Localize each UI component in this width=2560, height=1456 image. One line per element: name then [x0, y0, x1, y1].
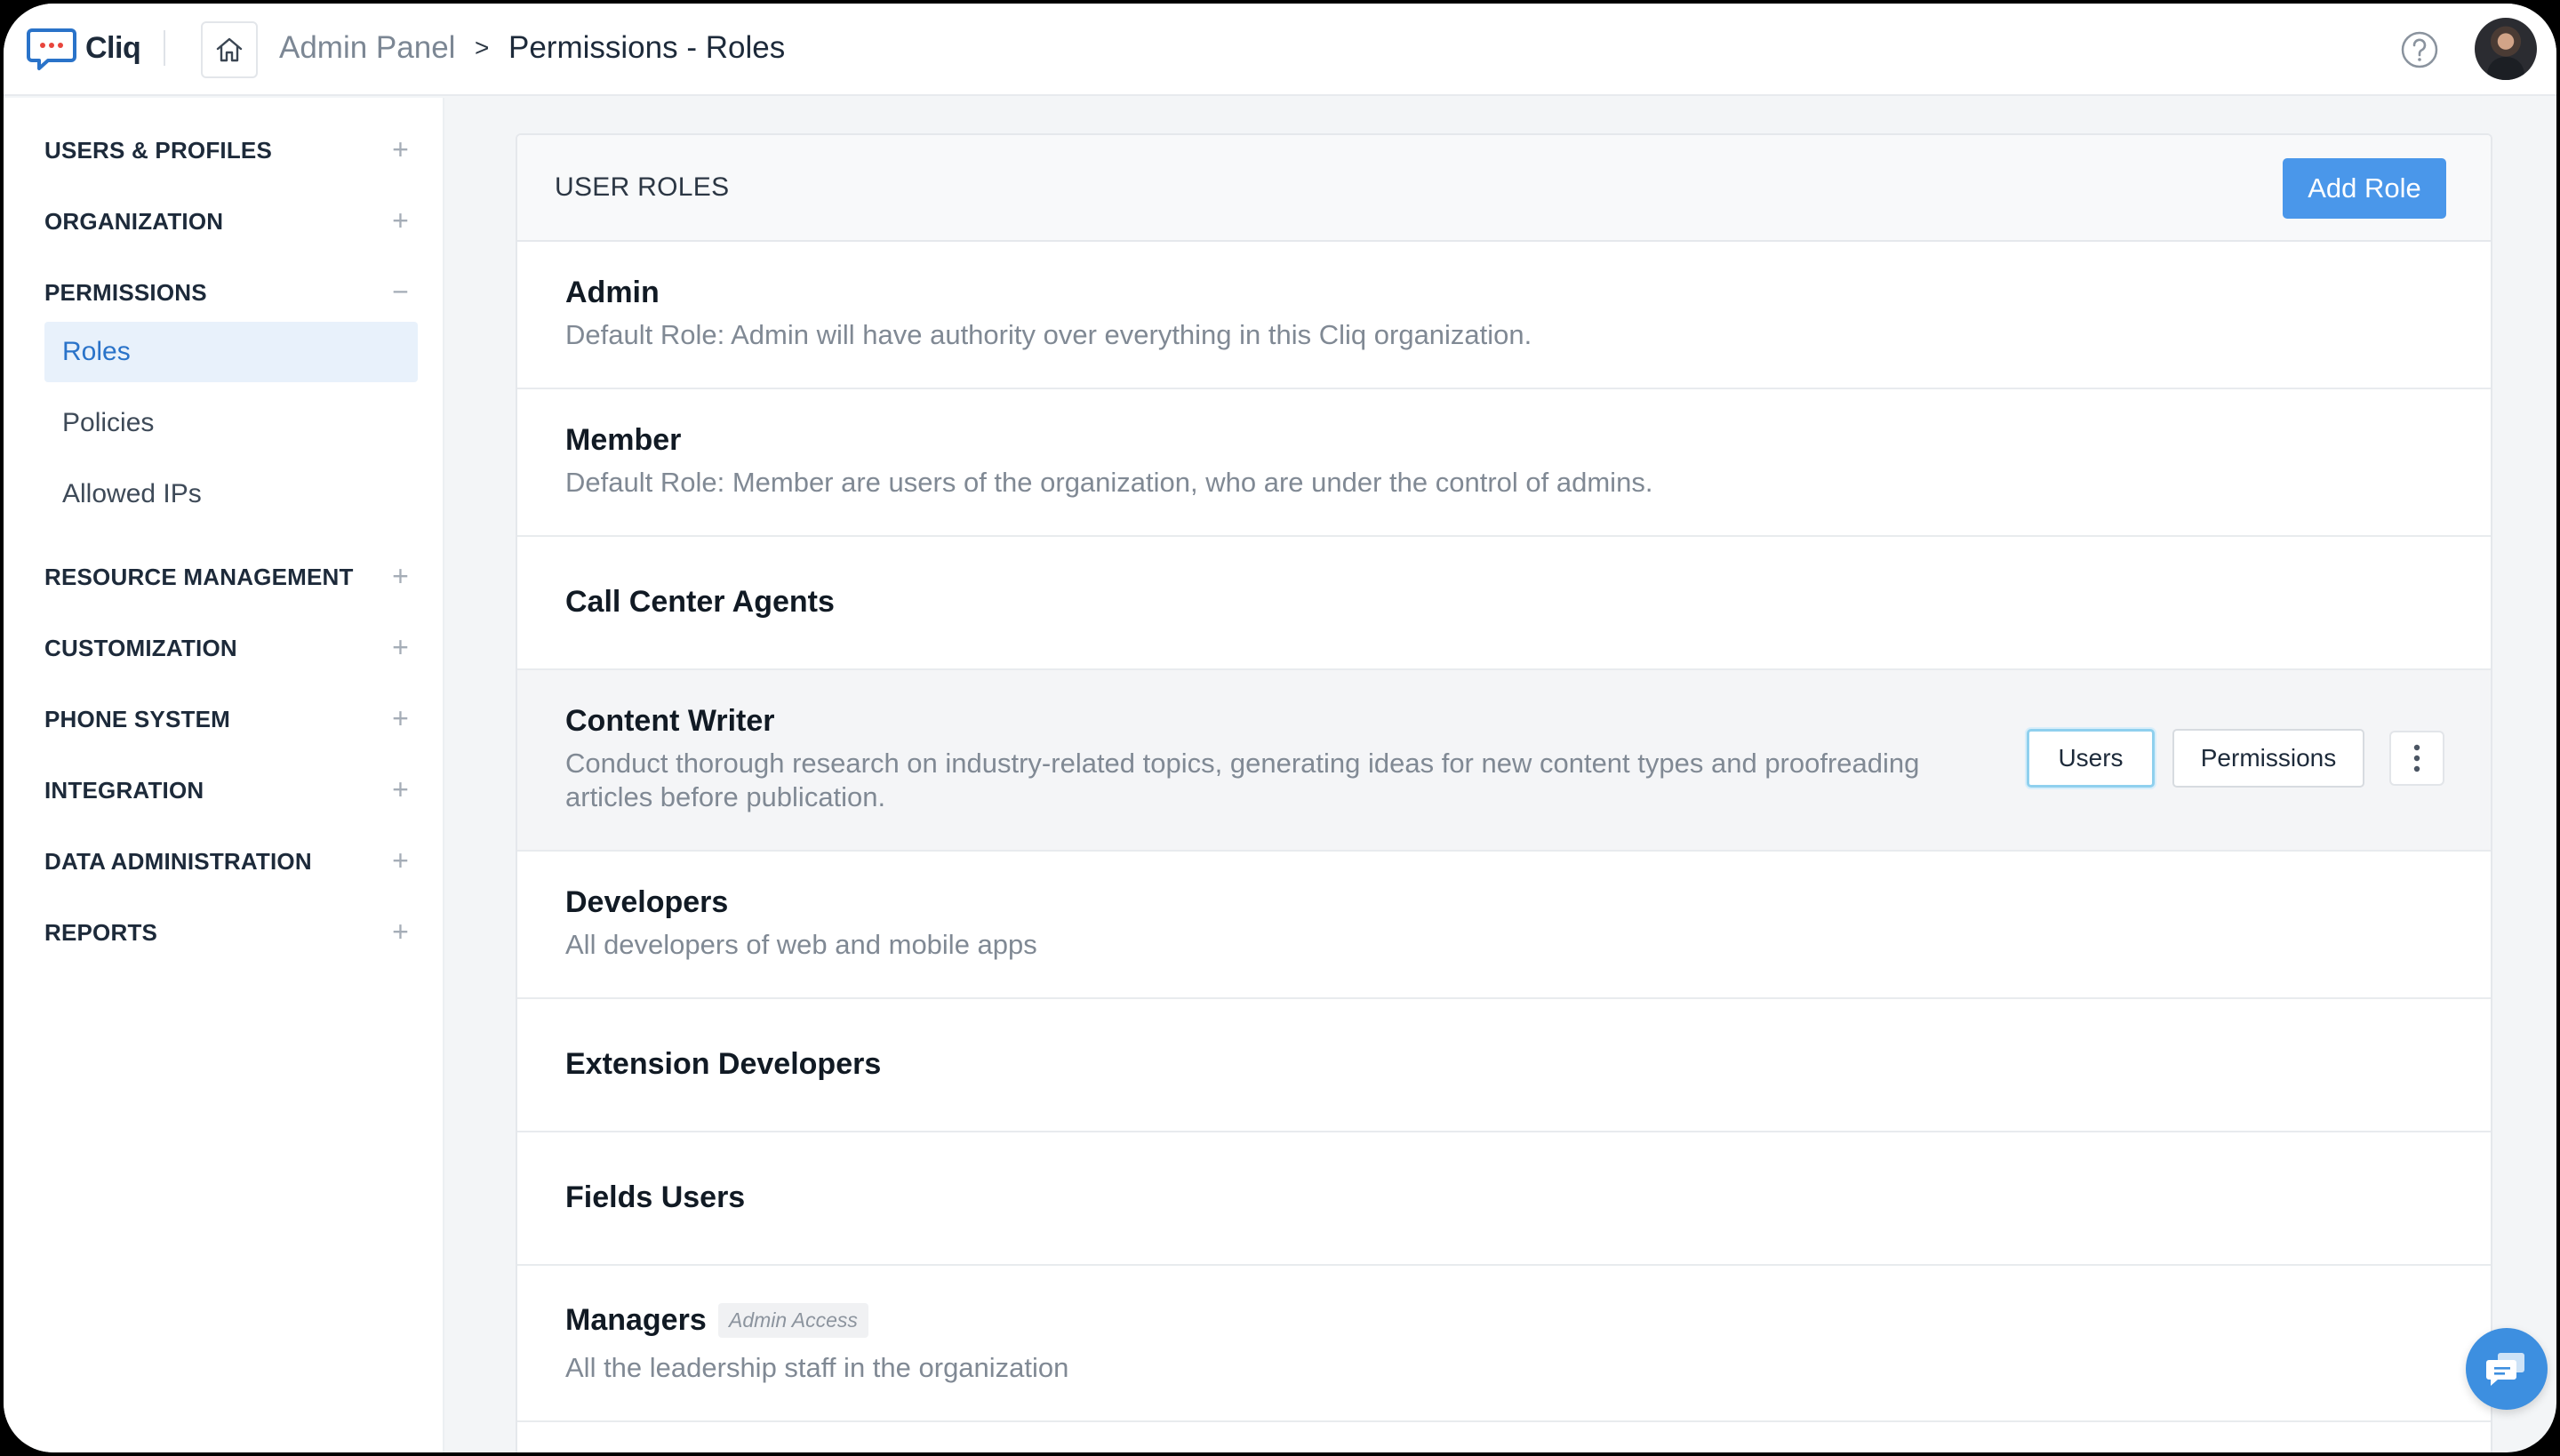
- panel-header: USER ROLES Add Role: [517, 135, 2491, 242]
- header-divider: [164, 30, 165, 66]
- sidebar-section-resource-management[interactable]: RESOURCE MANAGEMENT +: [44, 560, 418, 599]
- sidebar-section-data-administration[interactable]: DATA ADMINISTRATION +: [44, 844, 418, 884]
- role-name: Content Writer: [565, 704, 775, 738]
- breadcrumb-root[interactable]: Admin Panel: [279, 30, 455, 66]
- sidebar-section-integration[interactable]: INTEGRATION +: [44, 773, 418, 812]
- section-label: RESOURCE MANAGEMENT: [44, 564, 354, 590]
- section-label: DATA ADMINISTRATION: [44, 848, 312, 875]
- expand-icon[interactable]: +: [392, 916, 409, 948]
- app-logo[interactable]: Cliq: [27, 23, 141, 73]
- section-label: CUSTOMIZATION: [44, 635, 237, 661]
- add-role-button[interactable]: Add Role: [2283, 158, 2446, 219]
- role-row-member[interactable]: Member Default Role: Member are users of…: [517, 389, 2491, 537]
- section-label: REPORTS: [44, 919, 158, 946]
- role-users-button[interactable]: Users: [2027, 729, 2155, 788]
- role-row-managers[interactable]: Managers Admin Access All the leadership…: [517, 1266, 2491, 1422]
- role-description: Default Role: Admin will have authority …: [565, 319, 1532, 350]
- role-name: Developers: [565, 885, 729, 919]
- section-label: PHONE SYSTEM: [44, 706, 230, 732]
- cliq-logo-icon: [27, 28, 76, 70]
- section-label: PERMISSIONS: [44, 279, 207, 306]
- sidebar-item-roles[interactable]: Roles: [44, 322, 418, 382]
- role-description: Conduct thorough research on industry-re…: [565, 748, 1920, 812]
- sidebar-section-customization[interactable]: CUSTOMIZATION +: [44, 631, 418, 670]
- role-name: Extension Developers: [565, 1047, 882, 1081]
- expand-icon[interactable]: +: [392, 773, 409, 806]
- role-description: All the leadership staff in the organiza…: [565, 1352, 1069, 1383]
- role-name: Managers: [565, 1303, 707, 1337]
- kebab-menu-icon: [2413, 744, 2420, 772]
- sidebar-section-organization[interactable]: ORGANIZATION +: [44, 204, 418, 244]
- section-label: INTEGRATION: [44, 777, 204, 804]
- home-button[interactable]: [201, 21, 258, 78]
- role-name: Call Center Agents: [565, 585, 835, 619]
- role-row-call-center-agents[interactable]: Call Center Agents: [517, 537, 2491, 670]
- role-name: Member: [565, 423, 682, 457]
- more-options-button[interactable]: [2389, 731, 2444, 786]
- expand-icon[interactable]: +: [392, 204, 409, 237]
- breadcrumb-separator: >: [475, 34, 490, 61]
- sidebar-section-phone-system[interactable]: PHONE SYSTEM +: [44, 702, 418, 741]
- collapse-icon[interactable]: −: [392, 276, 409, 308]
- chat-button[interactable]: [2466, 1328, 2548, 1410]
- sidebar-section-users-profiles[interactable]: USERS & PROFILES +: [44, 133, 418, 172]
- section-label: USERS & PROFILES: [44, 137, 273, 164]
- role-row-fields-users[interactable]: Fields Users: [517, 1132, 2491, 1266]
- expand-icon[interactable]: +: [392, 702, 409, 735]
- role-name: Fields Users: [565, 1180, 746, 1214]
- role-row-developers[interactable]: Developers All developers of web and mob…: [517, 852, 2491, 999]
- sidebar-item-allowed-ips[interactable]: Allowed IPs: [44, 464, 418, 524]
- expand-icon[interactable]: +: [392, 844, 409, 877]
- role-row-admin[interactable]: Admin Default Role: Admin will have auth…: [517, 242, 2491, 389]
- app-window: Cliq Admin Panel > Permissions - Roles U…: [4, 4, 2556, 1452]
- app-name: Cliq: [85, 30, 141, 65]
- role-description: All developers of web and mobile apps: [565, 929, 1037, 960]
- home-icon: [216, 37, 243, 62]
- section-label: ORGANIZATION: [44, 208, 224, 235]
- sidebar: USERS & PROFILES + ORGANIZATION + PERMIS…: [4, 98, 444, 1452]
- panel-title: USER ROLES: [555, 172, 730, 202]
- admin-access-badge: Admin Access: [718, 1303, 868, 1338]
- chat-icon: [2486, 1353, 2524, 1386]
- expand-icon[interactable]: +: [392, 133, 409, 166]
- help-icon[interactable]: [2400, 30, 2439, 69]
- sidebar-item-policies[interactable]: Policies: [44, 393, 418, 453]
- role-description: Default Role: Member are users of the or…: [565, 467, 1653, 498]
- sidebar-section-reports[interactable]: REPORTS +: [44, 916, 418, 955]
- expand-icon[interactable]: +: [392, 631, 409, 664]
- role-row-extension-developers[interactable]: Extension Developers: [517, 999, 2491, 1132]
- role-permissions-button[interactable]: Permissions: [2172, 729, 2364, 788]
- top-header: Cliq Admin Panel > Permissions - Roles: [4, 4, 2556, 96]
- role-name: Admin: [565, 276, 660, 309]
- breadcrumb-current: Permissions - Roles: [508, 30, 786, 65]
- sidebar-section-permissions[interactable]: PERMISSIONS −: [44, 276, 418, 315]
- avatar[interactable]: [2475, 18, 2537, 80]
- expand-icon[interactable]: +: [392, 560, 409, 593]
- user-roles-panel: USER ROLES Add Role Admin Default Role: …: [516, 133, 2492, 1452]
- role-row-content-writer[interactable]: Content Writer Conduct thorough research…: [517, 670, 2491, 852]
